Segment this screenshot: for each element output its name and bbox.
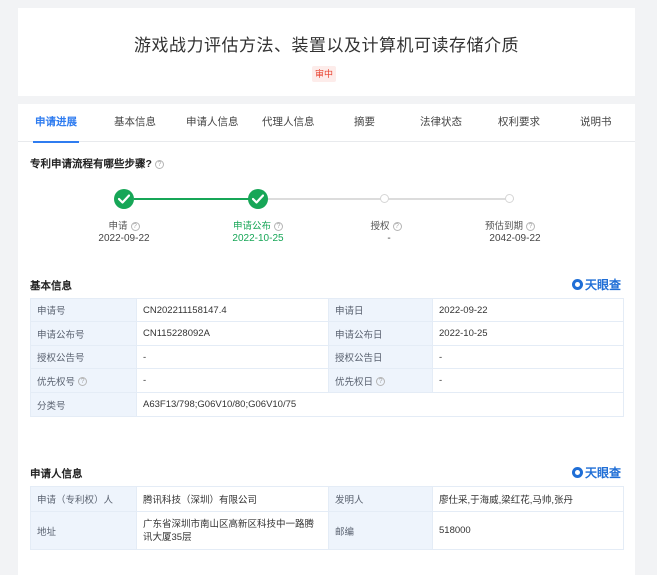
- patent-title: 游戏战力评估方法、装置以及计算机可读存储介质: [134, 36, 519, 55]
- classification-value: A63F13/798;G06V10/80;G06V10/75: [136, 392, 624, 417]
- inventor-label: 发明人: [328, 486, 433, 512]
- step-applied-check-icon: [114, 189, 134, 209]
- publication-number-label: 申请公布号: [30, 321, 137, 346]
- question-circle-icon[interactable]: ?: [274, 221, 283, 231]
- tab-abstract[interactable]: 摘要: [354, 104, 375, 142]
- publication-number-value: CN115228092A: [136, 321, 329, 346]
- tab-application-progress[interactable]: 申请进展: [33, 104, 79, 143]
- status-badge: 审中: [312, 66, 337, 82]
- priority-date-value: -: [432, 368, 624, 393]
- tab-legal-status[interactable]: 法律状态: [420, 104, 462, 142]
- tab-claims[interactable]: 权利要求: [498, 104, 540, 142]
- grant-date-value: -: [432, 345, 624, 369]
- question-circle-icon[interactable]: ?: [526, 221, 535, 231]
- question-circle-icon[interactable]: ?: [376, 377, 386, 387]
- table-row: 地址 广东省深圳市南山区高新区科技中一路腾讯大厦35层 邮编 518000: [30, 511, 624, 550]
- question-circle-icon[interactable]: ?: [78, 377, 88, 387]
- step-label: 预估到期?: [450, 218, 570, 232]
- table-row: 申请（专利权）人 腾讯科技（深圳）有限公司 发明人 廖仕采,于海威,梁红花,马帅…: [30, 486, 624, 512]
- applicant-info-table: 申请（专利权）人 腾讯科技（深圳）有限公司 发明人 廖仕采,于海威,梁红花,马帅…: [30, 486, 624, 550]
- tab-bar: 申请进展 基本信息 申请人信息 代理人信息 摘要 法律状态 权利要求 说明书: [18, 104, 635, 143]
- step-date: 2022-10-25: [232, 233, 284, 244]
- application-number-label: 申请号: [30, 298, 137, 322]
- question-circle-icon[interactable]: ?: [154, 159, 164, 169]
- step-label: 申请?: [64, 218, 184, 232]
- progress-line-done: [134, 198, 258, 200]
- basic-info-title: 基本信息: [30, 280, 72, 292]
- tianyancha-logo-icon: [571, 466, 583, 478]
- tianyancha-brand[interactable]: 天眼查: [571, 277, 621, 292]
- priority-number-value: -: [136, 368, 329, 393]
- table-row: 分类号 A63F13/798;G06V10/80;G06V10/75: [30, 392, 624, 417]
- step-published-check-icon: [248, 189, 268, 209]
- applicant-label: 申请（专利权）人: [30, 486, 137, 512]
- step-label: 授权?: [326, 218, 446, 232]
- application-date-label: 申请日: [328, 298, 433, 322]
- basic-info-table: 申请号 CN202211158147.4 申请日 2022-09-22 申请公布…: [30, 298, 624, 417]
- question-circle-icon[interactable]: ?: [130, 221, 140, 231]
- applicant-info-title: 申请人信息: [30, 468, 83, 480]
- step-expiry-dot-icon: [505, 194, 514, 203]
- application-date-value: 2022-09-22: [432, 298, 624, 322]
- inventor-value: 廖仕采,于海威,梁红花,马帅,张丹: [432, 486, 624, 512]
- postcode-value: 518000: [432, 511, 624, 550]
- step-date: 2022-09-22: [98, 233, 150, 244]
- priority-date-label: 优先权日?: [328, 368, 433, 393]
- publication-date-value: 2022-10-25: [432, 321, 624, 346]
- postcode-label: 邮编: [328, 511, 433, 550]
- progress-question-text: 专利申请流程有哪些步骤?: [30, 158, 152, 170]
- priority-number-label: 优先权号?: [30, 368, 137, 393]
- grant-number-label: 授权公告号: [30, 345, 137, 369]
- table-row: 授权公告号 - 授权公告日 -: [30, 345, 624, 369]
- patent-detail-panel: 申请进展 基本信息 申请人信息 代理人信息 摘要 法律状态 权利要求 说明书 专…: [18, 104, 635, 575]
- grant-number-value: -: [136, 345, 329, 369]
- step-date: 2042-09-22: [489, 233, 541, 244]
- publication-date-label: 申请公布日: [328, 321, 433, 346]
- tianyancha-logo-icon: [571, 278, 583, 290]
- progress-question[interactable]: 专利申请流程有哪些步骤??: [30, 156, 164, 171]
- tab-description[interactable]: 说明书: [580, 104, 612, 142]
- table-row: 申请号 CN202211158147.4 申请日 2022-09-22: [30, 298, 624, 322]
- grant-date-label: 授权公告日: [328, 345, 433, 369]
- tianyancha-brand[interactable]: 天眼查: [571, 465, 621, 480]
- application-number-value: CN202211158147.4: [136, 298, 329, 322]
- applicant-link[interactable]: 腾讯科技（深圳）有限公司: [136, 486, 329, 512]
- tab-agent-info[interactable]: 代理人信息: [262, 104, 315, 142]
- tab-applicant-info[interactable]: 申请人信息: [186, 104, 239, 142]
- step-granted-dot-icon: [380, 194, 389, 203]
- table-row: 申请公布号 CN115228092A 申请公布日 2022-10-25: [30, 321, 624, 346]
- table-row: 优先权号? - 优先权日? -: [30, 368, 624, 393]
- patent-header: 游戏战力评估方法、装置以及计算机可读存储介质 审中: [18, 8, 635, 96]
- question-circle-icon[interactable]: ?: [392, 221, 402, 231]
- tab-basic-info[interactable]: 基本信息: [114, 104, 156, 142]
- address-value: 广东省深圳市南山区高新区科技中一路腾讯大厦35层: [136, 511, 329, 550]
- step-label: 申请公布?: [198, 218, 318, 232]
- classification-label: 分类号: [30, 392, 137, 417]
- address-label: 地址: [30, 511, 137, 550]
- step-date: -: [387, 233, 391, 244]
